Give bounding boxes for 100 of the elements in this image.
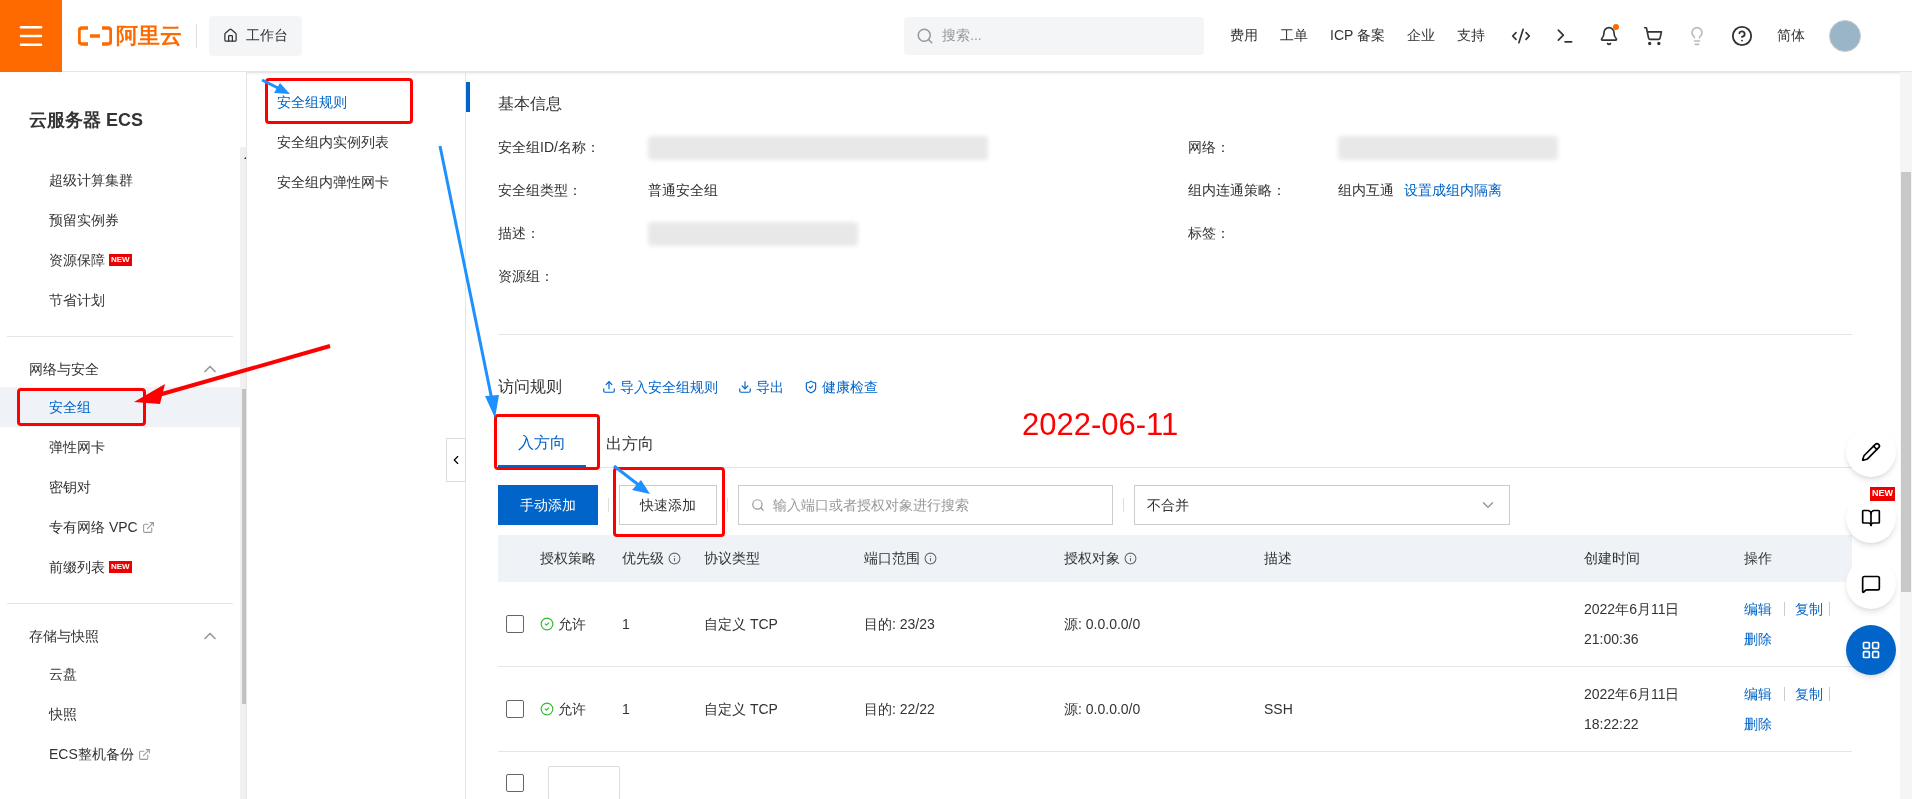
shield-icon [804, 380, 818, 394]
top-link[interactable]: ICP 备案 [1330, 25, 1385, 46]
table-cell-text: 2022年6月11日 [1584, 685, 1681, 704]
quick-add-button[interactable]: 快速添加 [619, 485, 717, 525]
direction-tab[interactable]: 入方向 [498, 420, 586, 467]
isolate-link[interactable]: 设置成组内隔离 [1404, 180, 1502, 201]
sidebar-item[interactable]: 弹性网卡 [0, 427, 240, 467]
action-link[interactable]: 导出 [738, 376, 784, 398]
group-header[interactable]: 存储与快照 [0, 618, 240, 654]
row-checkbox[interactable] [506, 700, 524, 718]
field-label: 安全组类型： [498, 181, 583, 200]
page-scrollbar[interactable] [1900, 72, 1912, 799]
row-action-link[interactable]: 编辑 [1744, 602, 1785, 616]
subnav-item[interactable]: 安全组内实例列表 [277, 131, 390, 153]
search-icon [751, 498, 765, 512]
row-action-link[interactable]: 复制 [1795, 687, 1830, 701]
workbench-button[interactable]: 工作台 [209, 15, 302, 56]
pencil-icon [1861, 442, 1881, 462]
sidebar-item[interactable]: 预留实例券 [0, 200, 240, 240]
sidebar-item[interactable]: 快照 [0, 694, 240, 734]
brand-name: 阿里云 [116, 22, 182, 50]
merge-select[interactable]: 不合并 [1134, 485, 1510, 525]
menu-button[interactable] [0, 0, 62, 72]
row-action-link[interactable]: 编辑 [1744, 687, 1785, 701]
sidebar-item[interactable]: 安全组 [0, 387, 240, 427]
table-cell-text: 允许 [558, 699, 586, 719]
row-action-link[interactable]: 复制 [1795, 602, 1830, 616]
sidebar-item[interactable]: 资源保障 NEW [0, 240, 240, 280]
sidebar-item[interactable]: 节省计划 [0, 280, 240, 320]
date-annotation: 2022-06-11 [1022, 406, 1179, 444]
table-cell-text: 18:22:22 [1584, 715, 1640, 734]
table-cell: 源: 0.0.0.0/0 [1064, 700, 1141, 717]
subnav-item[interactable]: 安全组内弹性网卡 [277, 171, 390, 193]
table-cell-text: 2022年6月11日 [1584, 600, 1681, 619]
search-icon [916, 26, 934, 45]
column-header: 描述 [1264, 549, 1292, 568]
direction-tab[interactable]: 出方向 [586, 420, 674, 467]
row-action-link[interactable]: 删除 [1744, 709, 1772, 739]
sidebar-item[interactable]: 专有网络 VPC [0, 507, 240, 547]
allow-icon [540, 617, 554, 631]
annotation-arrow [261, 78, 290, 94]
top-link[interactable]: 企业 [1407, 25, 1435, 46]
table-cell: 自定义 TCP [704, 615, 778, 632]
cart-icon[interactable] [1643, 25, 1663, 46]
subnav-item[interactable]: 安全组规则 [277, 91, 348, 113]
download-icon [738, 380, 752, 394]
info-icon[interactable] [924, 552, 937, 565]
top-link[interactable]: 支持 [1457, 25, 1485, 46]
home-icon [223, 28, 238, 43]
sidebar-item[interactable]: 前缀列表 NEW [0, 547, 240, 587]
select-all-checkbox[interactable] [506, 774, 524, 792]
column-header: 协议类型 [704, 549, 760, 568]
new-badge: NEW [109, 254, 132, 266]
column-header: 授权对象 [1064, 549, 1120, 568]
field-label: 网络： [1188, 138, 1231, 157]
sidebar-title: 云服务器 ECS [28, 109, 144, 132]
info-icon[interactable] [1124, 552, 1137, 565]
edit-float-button[interactable] [1846, 427, 1896, 477]
field-label: 组内连通策略： [1188, 181, 1287, 200]
info-icon[interactable] [668, 552, 681, 565]
field-label: 标签： [1188, 224, 1231, 243]
top-link[interactable]: 费用 [1230, 25, 1258, 46]
table-cell-text: 21:00:36 [1584, 630, 1640, 649]
manual-add-button[interactable]: 手动添加 [498, 485, 598, 525]
upload-icon [602, 380, 616, 394]
sidebar-item[interactable]: 密钥对 [0, 467, 240, 507]
column-header: 端口范围 [864, 549, 920, 568]
apps-float-button[interactable] [1846, 625, 1896, 675]
table-cell: 1 [622, 700, 630, 717]
group-header[interactable]: 网络与安全 [0, 351, 240, 387]
language-link[interactable]: 简体 [1777, 25, 1805, 46]
new-badge: NEW [109, 561, 132, 573]
field-label: 描述： [498, 224, 541, 243]
field-value: 组内互通 [1338, 181, 1394, 200]
column-header: 优先级 [622, 549, 664, 568]
column-header: 授权策略 [540, 549, 596, 568]
table-cell: SSH [1264, 700, 1293, 717]
section-title: 基本信息 [498, 94, 563, 114]
column-header: 操作 [1744, 549, 1772, 568]
row-action-link[interactable]: 删除 [1744, 624, 1772, 654]
row-checkbox[interactable] [506, 615, 524, 633]
book-icon [1861, 508, 1881, 528]
action-link[interactable]: 健康检查 [804, 376, 878, 398]
sidebar-item[interactable]: ECS整机备份 [0, 734, 240, 774]
top-link[interactable]: 工单 [1280, 25, 1308, 46]
column-header: 创建时间 [1584, 549, 1640, 568]
table-cell-text: 允许 [558, 614, 586, 634]
field-label: 资源组： [498, 267, 555, 286]
annotation-arrow [613, 464, 650, 494]
sidebar-item[interactable]: 超级计算集群 [0, 160, 240, 200]
help-icon[interactable] [1731, 24, 1753, 47]
table-cell: 自定义 TCP [704, 700, 778, 717]
sidebar-item[interactable]: 云盘 [0, 654, 240, 694]
new-badge: NEW [1870, 487, 1895, 501]
allow-icon [540, 702, 554, 716]
logo-icon [78, 25, 112, 46]
chat-float-button[interactable] [1846, 559, 1896, 609]
bell-icon[interactable] [1599, 25, 1619, 46]
action-link[interactable]: 导入安全组规则 [602, 376, 718, 398]
chat-icon [1861, 574, 1881, 594]
